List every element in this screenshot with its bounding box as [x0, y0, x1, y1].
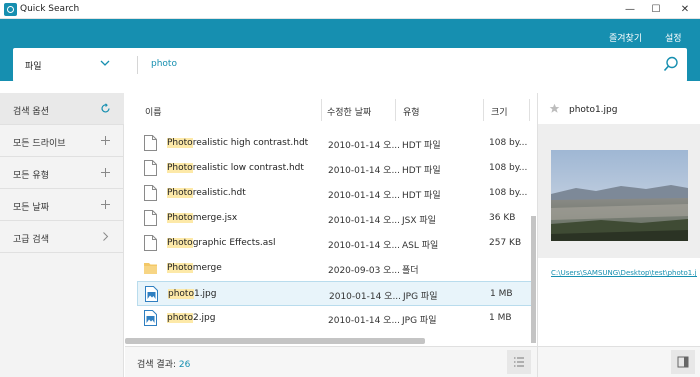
column-header-type[interactable]: 유형	[395, 93, 483, 126]
preview-filename: photo1.jpg	[569, 105, 618, 115]
settings-button[interactable]: 설정	[665, 31, 682, 44]
file-type: HDT 파일	[402, 191, 441, 201]
column-header-name[interactable]: 이름	[125, 93, 321, 126]
sidebar-item-label: 고급 검색	[13, 235, 49, 245]
maximize-button[interactable]: ☐	[643, 0, 669, 19]
file-date: 2010-01-14 오...	[328, 166, 401, 176]
file-row[interactable]: Photographic Effects.asl 2010-01-14 오... A…	[137, 231, 532, 256]
file-type: JPG 파일	[402, 316, 437, 326]
plus-icon	[101, 200, 110, 209]
file-size: 36 KB	[489, 213, 516, 223]
chevron-down-icon[interactable]	[100, 58, 110, 68]
file-date: 2010-01-14 오...	[328, 316, 401, 326]
file-name: photo1.jpg	[168, 289, 217, 299]
refresh-icon[interactable]	[100, 103, 111, 114]
document-icon	[144, 135, 157, 151]
document-icon	[144, 160, 157, 176]
file-type: JPG 파일	[403, 292, 438, 302]
sidebar-item-all-types[interactable]: 모든 유형	[0, 157, 124, 189]
image-file-icon	[145, 286, 158, 302]
favorites-button[interactable]: 즐겨찾기	[609, 31, 642, 44]
file-type: 폴더	[402, 266, 419, 276]
file-date: 2010-01-14 오...	[328, 241, 401, 251]
file-row[interactable]: Photorealistic high contrast.hdt 2010-01-…	[137, 131, 532, 156]
file-type: ASL 파일	[402, 241, 439, 251]
search-input[interactable]: photo	[151, 59, 177, 69]
file-name: Photomerge	[167, 263, 222, 273]
column-separator[interactable]	[529, 99, 530, 121]
file-date: 2020-09-03 오...	[328, 266, 401, 276]
horizontal-scrollbar[interactable]	[125, 338, 425, 344]
search-bar: 파일 photo	[13, 48, 687, 82]
file-type: JSX 파일	[402, 216, 436, 226]
file-row[interactable]: Photorealistic.hdt 2010-01-14 오... HDT 파일 1…	[137, 181, 532, 206]
file-size: 1 MB	[490, 289, 513, 299]
column-header-modified[interactable]: 수정한 날짜	[321, 93, 395, 126]
file-name: Photorealistic low contrast.hdt	[167, 163, 304, 173]
divider	[137, 56, 138, 74]
sidebar-item-label: 모든 유형	[13, 171, 49, 181]
file-row[interactable]: photo1.jpg 2010-01-14 오... JPG 파일 1 MB	[137, 281, 532, 306]
file-size: 108 by...	[489, 163, 528, 173]
file-type: HDT 파일	[402, 141, 441, 151]
app-logo-icon	[4, 3, 17, 16]
file-size: 108 by...	[489, 188, 528, 198]
minimize-button[interactable]: —	[617, 0, 643, 19]
document-icon	[144, 235, 157, 251]
sidebar-item-all-drives[interactable]: 모든 드라이브	[0, 125, 124, 157]
file-row[interactable]: Photomerge 2020-09-03 오... 폴더	[137, 256, 532, 281]
sidebar-item-all-dates[interactable]: 모든 날짜	[0, 189, 124, 221]
file-size: 257 KB	[489, 238, 522, 248]
scope-dropdown[interactable]: 파일	[25, 59, 42, 72]
results-list: 이름 수정한 날짜 유형 크기 Photorealistic high cont…	[125, 93, 537, 377]
close-button[interactable]: ✕	[672, 0, 698, 19]
plus-icon	[101, 136, 110, 145]
file-name: Photographic Effects.asl	[167, 238, 276, 248]
plus-icon	[101, 168, 110, 177]
list-view-icon	[514, 357, 524, 367]
document-icon	[144, 210, 157, 226]
file-name: Photorealistic.hdt	[167, 188, 246, 198]
chevron-right-icon	[103, 232, 109, 241]
file-row[interactable]: Photorealistic low contrast.hdt 2010-01-1…	[137, 156, 532, 181]
file-type: HDT 파일	[402, 166, 441, 176]
search-icon[interactable]	[663, 56, 679, 72]
preview-footer	[538, 346, 700, 377]
file-date: 2010-01-14 오...	[328, 191, 401, 201]
image-file-icon	[144, 310, 157, 326]
sidebar-item-label: 검색 옵션	[13, 107, 49, 117]
preview-pane: photo1.jpg C:\Users\SAMSUNG\Desktop\test…	[537, 93, 700, 377]
file-date: 2010-01-14 오...	[328, 216, 401, 226]
title-bar: Quick Search — ☐ ✕	[0, 0, 700, 19]
view-toggle-button[interactable]	[507, 350, 531, 374]
preview-pane-icon	[677, 356, 689, 368]
sidebar-item-search-options[interactable]: 검색 옵션	[0, 93, 124, 125]
file-size: 1 MB	[489, 313, 512, 323]
file-name: photo2.jpg	[167, 313, 216, 323]
sidebar-item-advanced-search[interactable]: 고급 검색	[0, 221, 124, 253]
file-date: 2010-01-14 오...	[328, 141, 401, 151]
file-name: Photomerge.jsx	[167, 213, 238, 223]
result-count: 검색 결과: 26	[137, 360, 191, 370]
window-title: Quick Search	[20, 4, 80, 14]
sidebar-item-label: 모든 날짜	[13, 203, 49, 213]
sidebar-item-label: 모든 드라이브	[13, 139, 66, 149]
document-icon	[144, 185, 157, 201]
preview-image	[551, 150, 688, 241]
file-row[interactable]: Photomerge.jsx 2010-01-14 오... JSX 파일 36 KB	[137, 206, 532, 231]
folder-icon	[144, 260, 157, 276]
column-header-size[interactable]: 크기	[483, 93, 529, 126]
file-name: Photorealistic high contrast.hdt	[167, 138, 309, 148]
preview-path-link[interactable]: C:\Users\SAMSUNG\Desktop\test\photo1.jpg	[551, 269, 697, 277]
preview-frame	[538, 124, 700, 258]
results-footer: 검색 결과: 26	[125, 346, 537, 377]
file-date: 2010-01-14 오...	[329, 292, 402, 302]
file-row[interactable]: photo2.jpg 2010-01-14 오... JPG 파일 1 MB	[137, 306, 532, 331]
file-size: 108 by...	[489, 138, 528, 148]
filter-sidebar: 검색 옵션 모든 드라이브 모든 유형 모든 날짜 고급 검색	[0, 93, 124, 377]
preview-toggle-button[interactable]	[671, 350, 695, 374]
star-icon[interactable]	[549, 103, 560, 114]
vertical-scrollbar[interactable]	[531, 216, 536, 343]
